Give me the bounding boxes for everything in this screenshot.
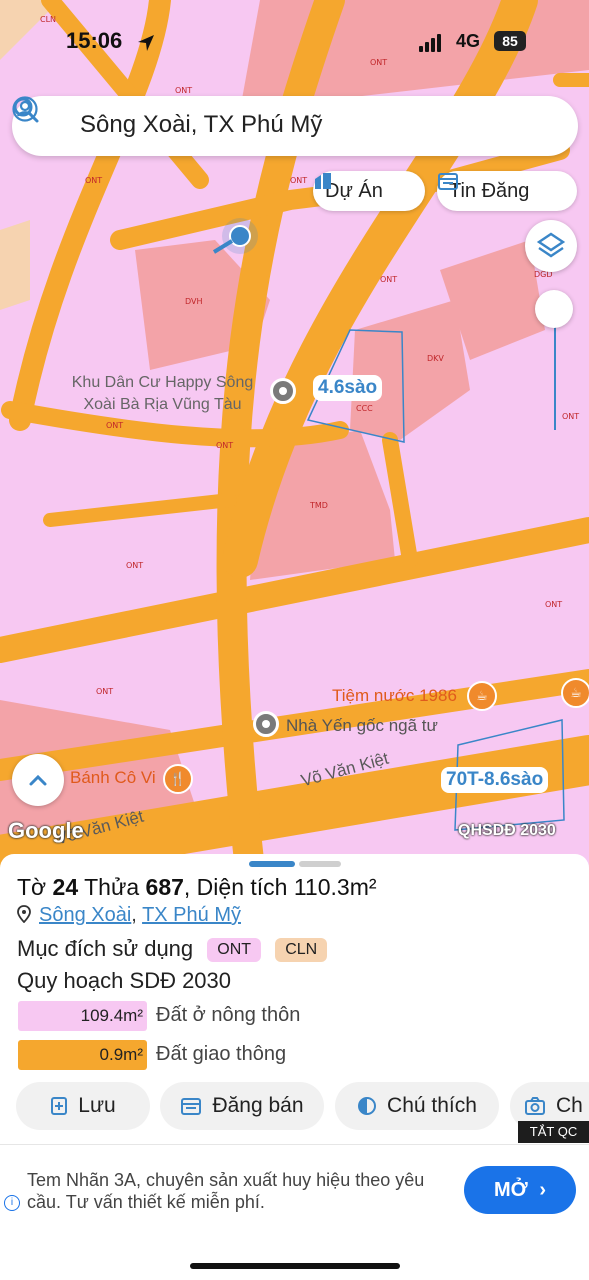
location-row: Sông Xoài, TX Phú Mỹ [17,904,241,927]
map-view[interactable]: CLN ONT ONT ONT ONT DVH ONT DGD DKV ONT … [0,0,589,870]
zone-label: ONT [545,600,563,609]
cafe-icon[interactable]: ☕ [467,681,497,711]
restaurant-icon[interactable]: 🍴 [163,764,193,794]
battery-icon: 85 [494,31,526,51]
search-input[interactable]: Sông Xoài, TX Phú Mỹ [80,111,322,139]
chevron-up-icon [29,774,47,786]
du-an-label: Dự Án [325,180,383,202]
ward-link[interactable]: Sông Xoài [39,904,131,926]
layers-icon [536,232,566,258]
zone-label: ONT [562,412,580,421]
zone-label: ONT [290,176,308,185]
network-type: 4G [456,31,481,51]
building-icon [315,173,331,189]
zone-label: ONT [126,561,144,570]
save-label: Lưu [78,1094,116,1117]
status-time: 15:06 [66,28,123,53]
status-bar: 15:06 4G 85 [0,28,589,60]
title-text: Tờ [17,874,53,900]
camera-icon [525,1097,545,1116]
ad-banner[interactable]: i Tem Nhãn 3A, chuyên sản xuất huy hiệu … [0,1144,589,1237]
zone-label: DKV [427,354,444,363]
place-label-happy[interactable]: Khu Dân Cư Happy Sông Xoài Bà Rịa Vũng T… [60,372,265,416]
expand-up-button[interactable] [12,754,64,806]
purpose-row: Mục đích sử dụng ONT CLN [17,936,328,963]
title-text: , Diện tích 110.3m² [183,874,377,900]
zone-label: ONT [175,86,193,95]
location-pin-icon [17,905,31,924]
zone-label: ONT [85,176,103,185]
ad-text: Tem Nhãn 3A, chuyên sản xuất huy hiệu th… [27,1170,425,1212]
plan-area-label: Đất ở nông thôn [156,1004,301,1026]
hide-ads-button[interactable]: TẮT QC [518,1121,589,1143]
action-row: Lưu Đăng bán Chú thích Ch [16,1082,589,1132]
parcel-number: 687 [145,874,184,900]
zone-label: ONT [96,687,114,696]
zone-label: ONT [216,441,234,450]
zone-label: DVH [185,297,203,306]
sell-label: Đăng bán [212,1094,304,1117]
sheet-handle[interactable] [249,861,295,867]
layers-button[interactable] [525,220,577,272]
plan-title: Quy hoạch SDĐ 2030 [17,968,232,993]
tin-dang-label: Tin Đăng [449,180,530,202]
listing-icon [438,173,458,190]
place-pin-icon[interactable] [253,711,279,737]
land-type-badge: ONT [207,938,262,963]
legend-button[interactable]: Chú thích [335,1082,499,1130]
sell-button[interactable]: Đăng bán [160,1082,324,1130]
plan-area-bar: 0.9m² [18,1040,147,1070]
zone-label: CLN [40,15,57,24]
town-link[interactable]: TX Phú Mỹ [142,904,241,926]
place-pin-icon[interactable] [270,378,296,404]
signal-icon [419,34,443,52]
du-an-chip[interactable]: Dự Án [313,171,425,211]
zone-label: CCC [356,404,373,413]
contrast-icon [358,1097,377,1116]
listing-icon [181,1098,202,1116]
sheet-handle[interactable] [299,861,341,867]
home-indicator [190,1263,400,1269]
save-icon [51,1097,68,1116]
google-logo: Google [8,818,84,843]
capture-label: Ch [556,1094,583,1117]
legend-label: Chú thích [387,1094,477,1117]
land-type-badge: CLN [275,938,328,963]
tin-dang-chip[interactable]: Tin Đăng [437,171,577,211]
plan-year-tag: QHSDĐ 2030 [458,822,556,839]
search-icon[interactable] [12,96,40,124]
chevron-right-icon: › [539,1179,546,1201]
poi-label-tiem-nuoc[interactable]: Tiệm nước 1986 [332,686,457,706]
zone-label: ONT [380,275,398,284]
location-arrow-icon [138,35,154,51]
plan-area-label: Đất giao thông [156,1043,287,1065]
ad-open-button[interactable]: MỞ › [464,1166,576,1214]
parcel-area-tag[interactable]: 70T-8.6sào [441,767,549,793]
poi-label-nha-yen[interactable]: Nhà Yến gốc ngã tư [286,716,438,736]
info-icon[interactable]: i [4,1195,20,1211]
search-bar[interactable]: Sông Xoài, TX Phú Mỹ [12,96,578,156]
sheet-number: 24 [52,874,79,900]
cafe-icon[interactable]: ☕ [561,678,589,708]
title-text: Thửa [78,874,146,900]
ad-open-label: MỞ [494,1179,528,1201]
plan-area-bar: 109.4m² [18,1001,147,1031]
purpose-label: Mục đích sử dụng [17,936,194,961]
parcel-area-tag[interactable]: 4.6sào [313,375,383,401]
zone-label: TMD [310,501,328,510]
poi-label-banh[interactable]: Bánh Cô Vi [70,768,156,788]
opacity-slider-knob[interactable] [535,290,573,328]
parcel-title: Tờ 24 Thửa 687, Diện tích 110.3m² [17,874,377,901]
save-button[interactable]: Lưu [16,1082,150,1130]
zone-label: ONT [106,421,124,430]
